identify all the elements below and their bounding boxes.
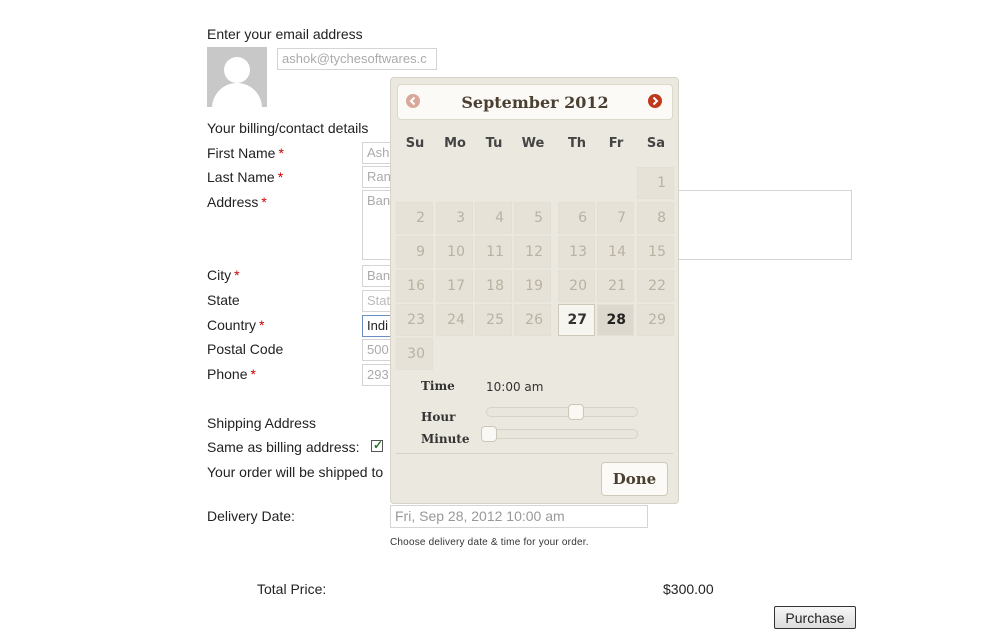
postal-code-label: Postal Code bbox=[207, 341, 284, 357]
day-cell[interactable]: 25 bbox=[475, 304, 512, 336]
day-cell[interactable]: 13 bbox=[558, 236, 595, 268]
day-cell[interactable]: 19 bbox=[514, 270, 551, 302]
day-cell[interactable]: 17 bbox=[436, 270, 473, 302]
time-label: Time bbox=[421, 379, 455, 393]
day-cell[interactable]: 22 bbox=[637, 270, 674, 302]
required-mark: * bbox=[259, 317, 265, 333]
shipping-heading: Shipping Address bbox=[207, 415, 316, 431]
required-mark: * bbox=[261, 194, 267, 210]
day-cell[interactable]: 29 bbox=[637, 304, 674, 336]
weekday-header: Th bbox=[567, 136, 587, 151]
day-cell[interactable]: 30 bbox=[396, 338, 433, 370]
day-cell[interactable]: 3 bbox=[436, 202, 473, 234]
day-cell[interactable]: 4 bbox=[475, 202, 512, 234]
delivery-date-input[interactable]: Fri, Sep 28, 2012 10:00 am bbox=[390, 505, 648, 528]
next-month-button[interactable] bbox=[648, 94, 662, 108]
shipped-to-text: Your order will be shipped to bbox=[207, 464, 384, 480]
minute-slider[interactable] bbox=[481, 426, 638, 442]
done-button[interactable]: Done bbox=[601, 462, 668, 496]
day-cell[interactable]: 15 bbox=[637, 236, 674, 268]
country-label: Country * bbox=[207, 317, 265, 333]
day-cell[interactable]: 1 bbox=[637, 167, 674, 199]
day-cell[interactable]: 9 bbox=[396, 236, 433, 268]
day-cell[interactable]: 20 bbox=[558, 270, 595, 302]
total-price-label: Total Price: bbox=[257, 581, 327, 597]
day-cell[interactable]: 26 bbox=[514, 304, 551, 336]
required-mark: * bbox=[277, 169, 284, 185]
delivery-date-label: Delivery Date: bbox=[207, 508, 295, 524]
minute-label: Minute bbox=[421, 432, 470, 446]
chevron-right-icon bbox=[652, 96, 659, 106]
weekday-header: Tu bbox=[485, 136, 503, 151]
required-mark: * bbox=[250, 366, 256, 382]
hour-slider-handle[interactable] bbox=[568, 404, 584, 420]
day-cell[interactable]: 23 bbox=[396, 304, 433, 336]
address-label: Address * bbox=[207, 194, 267, 210]
state-label: State bbox=[207, 292, 240, 308]
divider bbox=[396, 453, 673, 454]
total-price-value: $300.00 bbox=[663, 581, 714, 597]
last-name-label: Last Name * bbox=[207, 169, 284, 185]
minute-slider-handle[interactable] bbox=[481, 426, 497, 442]
day-cell[interactable]: 11 bbox=[475, 236, 512, 268]
required-mark: * bbox=[278, 145, 284, 161]
month-year-title: September 2012 bbox=[461, 93, 609, 112]
delivery-date-hint: Choose delivery date & time for your ord… bbox=[390, 537, 589, 548]
day-cell[interactable]: 12 bbox=[514, 236, 551, 268]
email-heading: Enter your email address bbox=[207, 26, 363, 42]
same-as-billing-label: Same as billing address: bbox=[207, 439, 360, 455]
day-cell[interactable]: 27 bbox=[558, 304, 595, 336]
day-cell[interactable]: 21 bbox=[597, 270, 634, 302]
same-as-billing-checkbox[interactable]: ✓ bbox=[371, 438, 384, 452]
datepicker-header: September 2012 bbox=[397, 84, 673, 120]
day-cell[interactable]: 5 bbox=[514, 202, 551, 234]
day-cell[interactable]: 16 bbox=[396, 270, 433, 302]
weekday-header: Su bbox=[405, 136, 425, 151]
day-cell[interactable]: 18 bbox=[475, 270, 512, 302]
day-cell[interactable]: 8 bbox=[637, 202, 674, 234]
billing-heading: Your billing/contact details bbox=[207, 120, 369, 136]
city-label: City * bbox=[207, 267, 240, 283]
weekday-header: Sa bbox=[646, 136, 666, 151]
weekday-header: We bbox=[521, 136, 545, 151]
avatar bbox=[207, 47, 267, 107]
day-cell[interactable]: 6 bbox=[558, 202, 595, 234]
day-cell[interactable]: 7 bbox=[597, 202, 634, 234]
time-value: 10:00 am bbox=[486, 380, 544, 394]
day-cell[interactable]: 14 bbox=[597, 236, 634, 268]
required-mark: * bbox=[234, 267, 240, 283]
email-field[interactable]: ashok@tychesoftwares.c bbox=[277, 48, 437, 70]
weekday-header: Mo bbox=[444, 136, 466, 151]
day-cell[interactable]: 24 bbox=[436, 304, 473, 336]
purchase-button[interactable]: Purchase bbox=[774, 606, 856, 629]
weekday-header: Fr bbox=[608, 136, 624, 151]
day-cell[interactable]: 10 bbox=[436, 236, 473, 268]
day-cell[interactable]: 2 bbox=[396, 202, 433, 234]
hour-slider[interactable] bbox=[486, 404, 638, 420]
phone-label: Phone * bbox=[207, 366, 256, 382]
day-cell[interactable]: 28 bbox=[597, 304, 634, 336]
datepicker-popup: September 2012 Su Mo Tu We Th Fr Sa 1234567891… bbox=[390, 77, 679, 504]
hour-label: Hour bbox=[421, 410, 456, 424]
check-icon: ✓ bbox=[373, 438, 384, 452]
first-name-label: First Name * bbox=[207, 145, 284, 161]
